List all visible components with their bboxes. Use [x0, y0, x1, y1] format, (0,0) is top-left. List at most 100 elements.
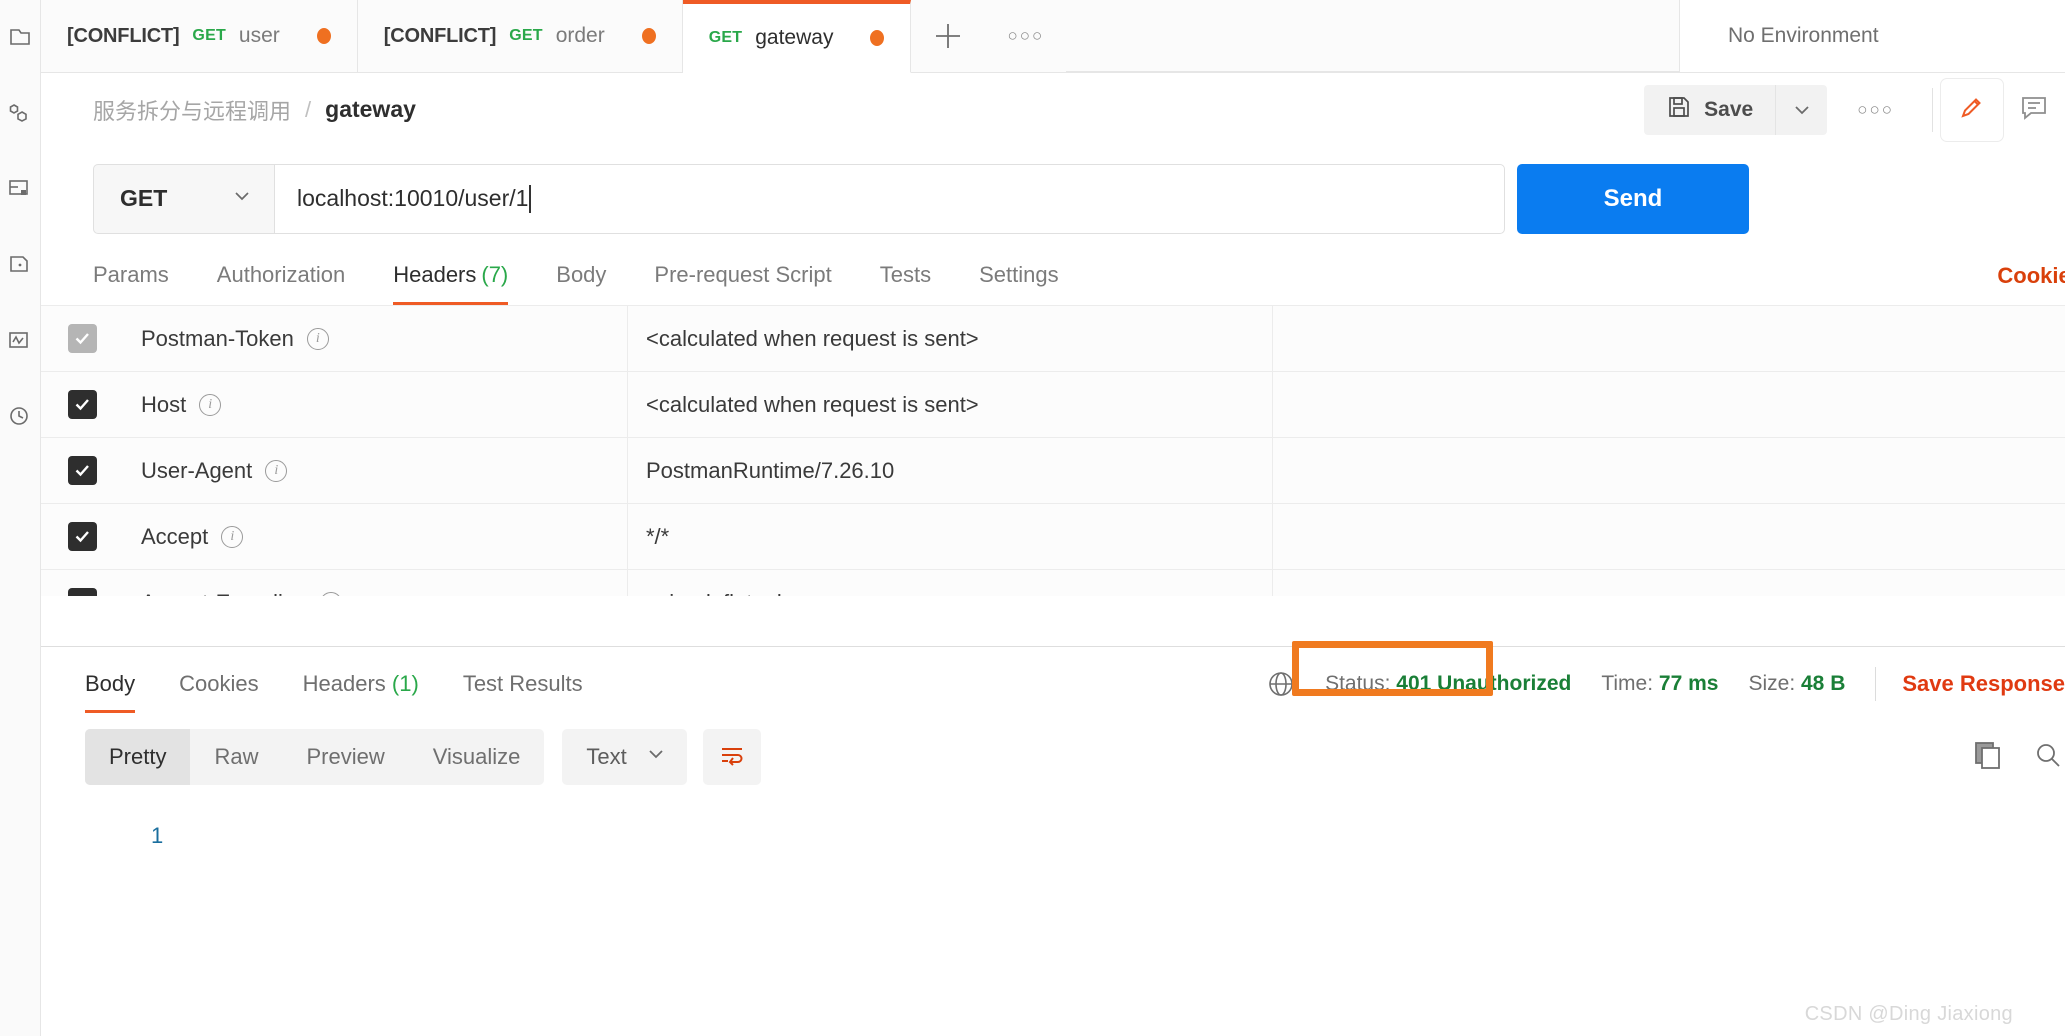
- save-response-button[interactable]: Save Response: [1902, 671, 2065, 697]
- response-format-toolbar: Pretty Raw Preview Visualize Text: [41, 713, 2065, 785]
- header-key: User-Agent: [141, 457, 253, 483]
- request-tab-user[interactable]: [CONFLICT] GET user: [41, 0, 358, 72]
- cookies-link[interactable]: Cookies: [1997, 263, 2065, 289]
- wrap-lines-button[interactable]: [702, 729, 761, 785]
- content-type-label: Text: [586, 744, 627, 769]
- header-key-cell[interactable]: Accept-Encoding i: [123, 570, 628, 596]
- page-title: gateway: [325, 96, 416, 122]
- unsaved-dot-icon: [870, 30, 885, 46]
- headers-table: Postman-Token i <calculated when request…: [41, 305, 2065, 596]
- info-icon: i: [199, 393, 222, 416]
- request-more-button[interactable]: ○○○: [1827, 100, 1924, 120]
- apis-icon[interactable]: [5, 98, 35, 128]
- save-button[interactable]: Save: [1644, 84, 1776, 135]
- size-badge: Size: 48 B: [1748, 672, 1845, 696]
- header-description-cell[interactable]: [1273, 372, 2065, 437]
- content-type-selector[interactable]: Text: [562, 729, 687, 785]
- format-raw[interactable]: Raw: [190, 729, 282, 785]
- copy-icon[interactable]: [1971, 738, 2005, 777]
- comment-button[interactable]: [2003, 79, 2065, 141]
- save-label: Save: [1704, 97, 1754, 121]
- toolbar-divider: [1932, 87, 1933, 132]
- response-body[interactable]: 1: [41, 785, 2065, 849]
- header-description-cell[interactable]: [1273, 570, 2065, 596]
- save-options-button[interactable]: [1775, 84, 1828, 135]
- response-tab-cookies[interactable]: Cookies: [179, 671, 258, 713]
- tab-label: gateway: [755, 26, 834, 49]
- tab-strip-more-button[interactable]: ○○○: [985, 0, 1066, 72]
- new-tab-button[interactable]: [911, 0, 985, 72]
- response-tab-headers[interactable]: Headers (1): [303, 671, 419, 713]
- header-key-cell[interactable]: Accept i: [123, 504, 628, 569]
- tab-method: GET: [708, 29, 743, 46]
- mock-servers-icon[interactable]: [5, 250, 35, 280]
- edit-pencil-button[interactable]: [1941, 78, 2003, 141]
- tab-body[interactable]: Body: [556, 262, 606, 305]
- monitors-icon[interactable]: [5, 326, 35, 356]
- status-value: 401 Unauthorized: [1396, 672, 1572, 695]
- header-description-cell[interactable]: [1273, 504, 2065, 569]
- tab-pre-request-script[interactable]: Pre-request Script: [654, 262, 831, 305]
- tab-tests[interactable]: Tests: [880, 262, 931, 305]
- environments-icon[interactable]: [5, 174, 35, 204]
- header-value-cell[interactable]: <calculated when request is sent>: [628, 306, 1273, 371]
- request-tab-gateway[interactable]: GET gateway: [682, 0, 912, 73]
- method-selector[interactable]: GET: [93, 163, 274, 234]
- text-caret: [529, 184, 532, 213]
- header-value-cell[interactable]: */*: [628, 504, 1273, 569]
- header-description-cell[interactable]: [1273, 438, 2065, 503]
- header-key-cell[interactable]: Host i: [123, 372, 628, 437]
- row-checkbox[interactable]: [67, 390, 97, 419]
- collections-icon[interactable]: [5, 22, 35, 52]
- tab-label: Settings: [979, 262, 1059, 287]
- header-key-cell[interactable]: Postman-Token i: [123, 306, 628, 371]
- size-label: Size:: [1748, 672, 1796, 695]
- tab-params[interactable]: Params: [93, 262, 169, 305]
- send-button[interactable]: Send: [1517, 163, 1749, 234]
- response-meta: Status: 401 Unauthorized Time: 77 ms Siz…: [1265, 641, 2065, 713]
- tab-label: Test Results: [462, 671, 583, 696]
- response-tab-test-results[interactable]: Test Results: [463, 671, 583, 713]
- tab-headers[interactable]: Headers (7): [393, 262, 509, 305]
- url-value: localhost:10010/user/1: [297, 185, 529, 211]
- tab-method: GET: [509, 27, 543, 44]
- format-pretty[interactable]: Pretty: [85, 729, 191, 785]
- info-icon: i: [306, 327, 329, 350]
- time-value: 77 ms: [1658, 672, 1719, 695]
- row-checkbox-cell: [41, 390, 123, 419]
- row-checkbox[interactable]: [67, 588, 97, 596]
- header-key: Postman-Token: [141, 325, 294, 351]
- wrap-text-icon: [717, 740, 747, 775]
- row-checkbox[interactable]: [67, 522, 97, 551]
- row-checkbox-cell: [41, 588, 123, 596]
- header-key-cell[interactable]: User-Agent i: [123, 438, 628, 503]
- history-icon[interactable]: [5, 402, 35, 432]
- request-tab-order[interactable]: [CONFLICT] GET order: [357, 0, 683, 72]
- tab-method: GET: [192, 27, 226, 44]
- unsaved-dot-icon: [316, 28, 331, 44]
- header-value-cell[interactable]: <calculated when request is sent>: [628, 372, 1273, 437]
- response-body-actions: [1971, 738, 2065, 777]
- format-preview[interactable]: Preview: [282, 729, 408, 785]
- unsaved-dot-icon: [641, 28, 656, 44]
- request-tab-strip: [CONFLICT] GET user [CONFLICT] GET order…: [41, 0, 2065, 73]
- row-checkbox[interactable]: [67, 324, 97, 353]
- conflict-badge: [CONFLICT]: [67, 24, 180, 47]
- tab-label: Params: [93, 262, 169, 287]
- search-icon[interactable]: [2031, 738, 2065, 777]
- header-value-cell[interactable]: gzip, deflate, br: [628, 570, 1273, 596]
- environment-selector[interactable]: No Environment: [1679, 0, 2065, 72]
- breadcrumb-collection[interactable]: 服务拆分与远程调用: [93, 94, 291, 126]
- header-description-cell[interactable]: [1273, 306, 2065, 371]
- tab-label: user: [238, 24, 280, 47]
- tab-authorization[interactable]: Authorization: [217, 262, 345, 305]
- table-row: User-Agent i PostmanRuntime/7.26.10: [41, 438, 2065, 504]
- tab-settings[interactable]: Settings: [979, 262, 1059, 305]
- info-icon: i: [221, 525, 244, 548]
- format-visualize[interactable]: Visualize: [409, 729, 545, 785]
- header-value-cell[interactable]: PostmanRuntime/7.26.10: [628, 438, 1273, 503]
- breadcrumb-separator: /: [305, 96, 312, 122]
- url-input[interactable]: localhost:10010/user/1: [274, 163, 1505, 234]
- row-checkbox[interactable]: [67, 456, 97, 485]
- response-tab-body[interactable]: Body: [85, 671, 136, 713]
